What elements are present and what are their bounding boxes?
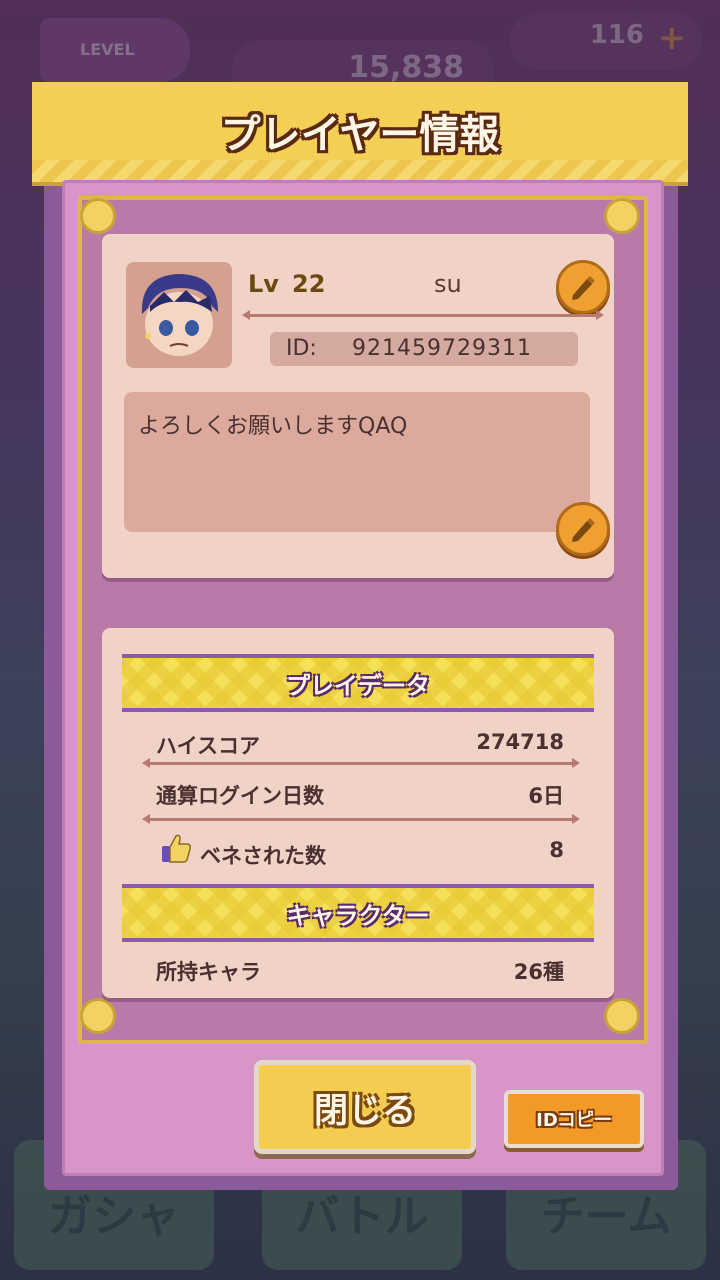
copy-id-button[interactable]: IDコピー [504,1090,644,1148]
level-label: Lv [248,270,279,298]
play-data-title: プレイデータ [286,672,430,700]
stat-value-bene: 8 [549,838,564,862]
stat-value-login-days: 6日 [528,784,564,808]
divider [142,814,580,824]
avatar [126,262,232,368]
stat-value-highscore: 274718 [476,730,564,754]
stat-label-bene: ベネされた数 [200,844,326,868]
dialog-title: プレイヤー情報 [220,112,500,158]
player-id: 921459729311 [352,336,532,361]
corner-ornament-icon [604,198,640,234]
copy-id-button-label: IDコピー [536,1110,612,1131]
divider [242,310,604,320]
close-button[interactable]: 閉じる [254,1060,476,1154]
character-header: キャラクター [122,884,594,942]
corner-ornament-icon [80,998,116,1034]
play-data-header: プレイデータ [122,654,594,712]
edit-comment-button[interactable] [556,502,610,556]
edit-name-button[interactable] [556,260,610,314]
player-comment: よろしくお願いしますQAQ [138,414,408,439]
stat-label-highscore: ハイスコア [156,734,260,758]
divider [142,758,580,768]
stat-label-characters: 所持キャラ [156,960,261,984]
close-button-label: 閉じる [314,1091,416,1131]
pencil-icon [572,518,595,542]
id-label: ID: [286,336,317,361]
corner-ornament-icon [604,998,640,1034]
player-name: su [434,270,462,298]
character-title: キャラクター [286,902,430,930]
thumbs-up-icon [158,830,194,866]
pencil-icon [572,276,595,300]
corner-ornament-icon [80,198,116,234]
player-level: 22 [292,270,326,298]
stat-label-login-days: 通算ログイン日数 [156,784,324,808]
stat-value-characters: 26種 [513,960,564,984]
